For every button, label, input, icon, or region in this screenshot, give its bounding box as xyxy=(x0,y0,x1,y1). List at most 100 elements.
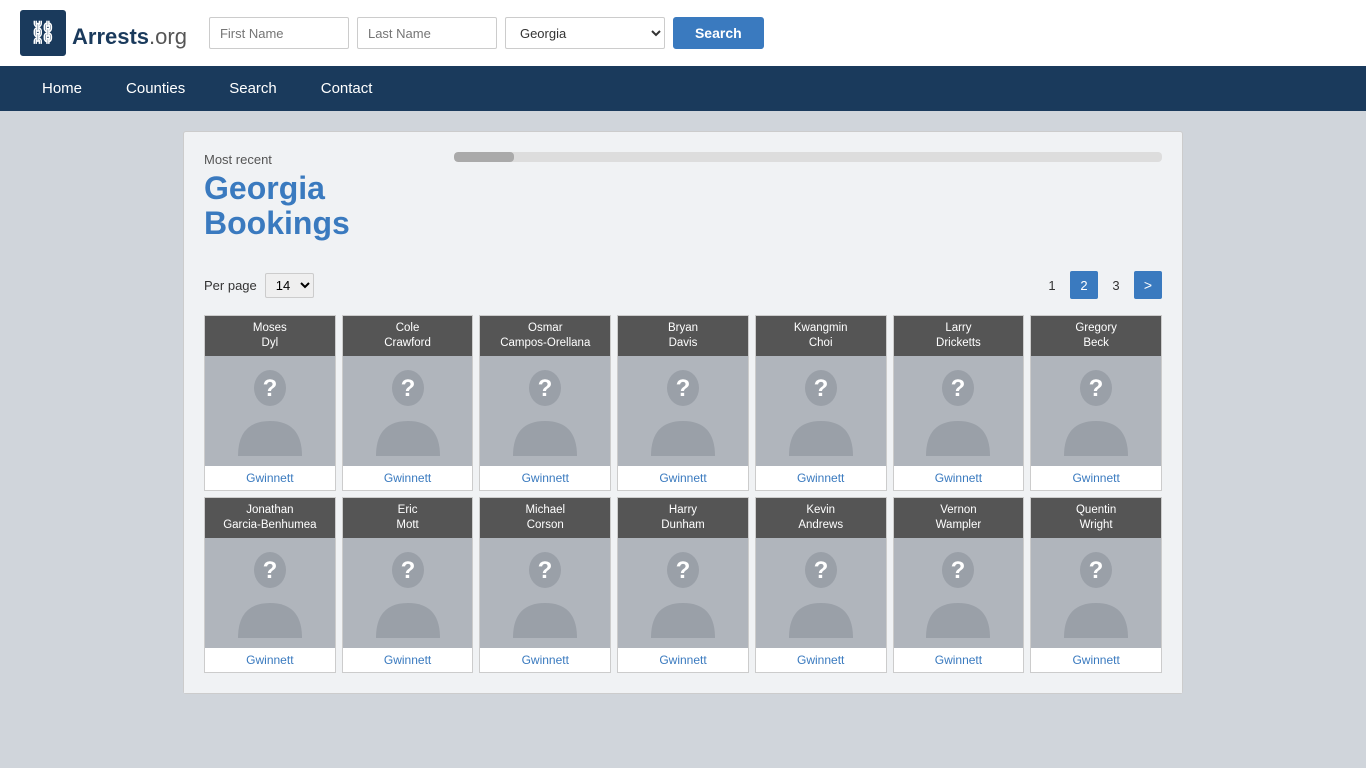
person-name-bar: Cole Crawford xyxy=(343,316,473,356)
person-card[interactable]: Vernon Wampler ? Gwinnett xyxy=(893,497,1025,673)
scroll-bar[interactable] xyxy=(454,152,1162,162)
person-name-bar: Gregory Beck xyxy=(1031,316,1161,356)
person-photo: ? xyxy=(894,538,1024,648)
page-1-plain: 1 xyxy=(1038,271,1066,299)
person-card[interactable]: Jonathan Garcia-Benhumea ? Gwinnett xyxy=(204,497,336,673)
person-county[interactable]: Gwinnett xyxy=(894,466,1024,490)
search-form: Georgia Alabama Florida Tennessee Search xyxy=(209,17,764,49)
nav-home[interactable]: Home xyxy=(20,66,104,111)
person-name-bar: Michael Corson xyxy=(480,498,610,538)
most-recent-label: Most recent xyxy=(204,152,434,167)
content-layout: Most recent Georgia Bookings xyxy=(184,132,1182,261)
grid-controls: Per page 14 28 50 1 2 3 > xyxy=(204,271,1162,299)
person-county[interactable]: Gwinnett xyxy=(756,648,886,672)
person-card[interactable]: Kwangmin Choi ? Gwinnett xyxy=(755,315,887,491)
svg-text:?: ? xyxy=(951,557,966,584)
page-next-button[interactable]: > xyxy=(1134,271,1162,299)
nav-search[interactable]: Search xyxy=(207,66,299,111)
pagination: 1 2 3 > xyxy=(1038,271,1162,299)
person-photo: ? xyxy=(756,356,886,466)
person-county[interactable]: Gwinnett xyxy=(480,466,610,490)
person-card[interactable]: Eric Mott ? Gwinnett xyxy=(342,497,474,673)
svg-text:?: ? xyxy=(813,557,828,584)
per-page-select[interactable]: 14 28 50 xyxy=(265,273,314,298)
person-name-bar: Jonathan Garcia-Benhumea xyxy=(205,498,335,538)
silhouette-icon: ? xyxy=(918,548,998,638)
page-3-button[interactable]: 3 xyxy=(1102,271,1130,299)
person-county[interactable]: Gwinnett xyxy=(1031,466,1161,490)
person-photo: ? xyxy=(618,538,748,648)
page-2-button[interactable]: 2 xyxy=(1070,271,1098,299)
nav-contact[interactable]: Contact xyxy=(299,66,395,111)
person-county[interactable]: Gwinnett xyxy=(756,466,886,490)
silhouette-icon: ? xyxy=(1056,548,1136,638)
person-name-bar: Kwangmin Choi xyxy=(756,316,886,356)
logo-text: Arrests.org xyxy=(72,15,187,52)
silhouette-icon: ? xyxy=(781,548,861,638)
person-photo: ? xyxy=(205,356,335,466)
person-name-bar: Eric Mott xyxy=(343,498,473,538)
main-content: Most recent Georgia Bookings Per page 14… xyxy=(183,131,1183,694)
grid-container: Per page 14 28 50 1 2 3 > Moses Dyl xyxy=(184,261,1182,693)
silhouette-icon: ? xyxy=(368,548,448,638)
person-card[interactable]: Larry Dricketts ? Gwinnett xyxy=(893,315,1025,491)
silhouette-icon: ? xyxy=(505,366,585,456)
person-card[interactable]: Moses Dyl ? Gwinnett xyxy=(204,315,336,491)
logo-icon: ⛓ xyxy=(20,10,66,56)
person-photo: ? xyxy=(756,538,886,648)
person-county[interactable]: Gwinnett xyxy=(205,648,335,672)
first-name-input[interactable] xyxy=(209,17,349,49)
person-photo: ? xyxy=(343,538,473,648)
person-photo: ? xyxy=(480,356,610,466)
per-page-area: Per page 14 28 50 xyxy=(204,273,314,298)
silhouette-icon: ? xyxy=(918,366,998,456)
person-county[interactable]: Gwinnett xyxy=(618,648,748,672)
silhouette-icon: ? xyxy=(643,548,723,638)
person-card[interactable]: Cole Crawford ? Gwinnett xyxy=(342,315,474,491)
svg-text:?: ? xyxy=(538,375,553,402)
person-name-bar: Bryan Davis xyxy=(618,316,748,356)
state-select[interactable]: Georgia Alabama Florida Tennessee xyxy=(505,17,665,49)
person-name-bar: Kevin Andrews xyxy=(756,498,886,538)
page-title: Georgia Bookings xyxy=(204,171,434,241)
svg-text:?: ? xyxy=(676,557,691,584)
last-name-input[interactable] xyxy=(357,17,497,49)
person-card[interactable]: Bryan Davis ? Gwinnett xyxy=(617,315,749,491)
person-photo: ? xyxy=(1031,356,1161,466)
person-card[interactable]: Osmar Campos-Orellana ? Gwinnett xyxy=(479,315,611,491)
silhouette-icon: ? xyxy=(230,548,310,638)
person-county[interactable]: Gwinnett xyxy=(618,466,748,490)
svg-text:?: ? xyxy=(676,375,691,402)
silhouette-icon: ? xyxy=(368,366,448,456)
persons-grid-2: Jonathan Garcia-Benhumea ? GwinnettEric … xyxy=(204,497,1162,673)
person-county[interactable]: Gwinnett xyxy=(343,466,473,490)
left-panel: Most recent Georgia Bookings xyxy=(204,152,434,241)
scroll-thumb xyxy=(454,152,514,162)
site-header: ⛓ Arrests.org Georgia Alabama Florida Te… xyxy=(0,0,1366,66)
svg-text:?: ? xyxy=(1089,375,1104,402)
nav-counties[interactable]: Counties xyxy=(104,66,207,111)
site-logo[interactable]: ⛓ Arrests.org xyxy=(20,10,187,56)
person-name-bar: Moses Dyl xyxy=(205,316,335,356)
person-name-bar: Quentin Wright xyxy=(1031,498,1161,538)
person-photo: ? xyxy=(343,356,473,466)
person-name-bar: Larry Dricketts xyxy=(894,316,1024,356)
header-search-button[interactable]: Search xyxy=(673,17,764,49)
svg-text:?: ? xyxy=(813,375,828,402)
person-county[interactable]: Gwinnett xyxy=(894,648,1024,672)
person-county[interactable]: Gwinnett xyxy=(205,466,335,490)
person-card[interactable]: Gregory Beck ? Gwinnett xyxy=(1030,315,1162,491)
persons-grid: Moses Dyl ? GwinnettCole Crawford ? Gwin… xyxy=(204,315,1162,491)
person-card[interactable]: Kevin Andrews ? Gwinnett xyxy=(755,497,887,673)
silhouette-icon: ? xyxy=(230,366,310,456)
person-photo: ? xyxy=(618,356,748,466)
person-card[interactable]: Michael Corson ? Gwinnett xyxy=(479,497,611,673)
person-card[interactable]: Quentin Wright ? Gwinnett xyxy=(1030,497,1162,673)
svg-text:?: ? xyxy=(538,557,553,584)
person-county[interactable]: Gwinnett xyxy=(1031,648,1161,672)
silhouette-icon: ? xyxy=(643,366,723,456)
person-county[interactable]: Gwinnett xyxy=(480,648,610,672)
svg-text:?: ? xyxy=(263,557,278,584)
person-card[interactable]: Harry Dunham ? Gwinnett xyxy=(617,497,749,673)
person-county[interactable]: Gwinnett xyxy=(343,648,473,672)
